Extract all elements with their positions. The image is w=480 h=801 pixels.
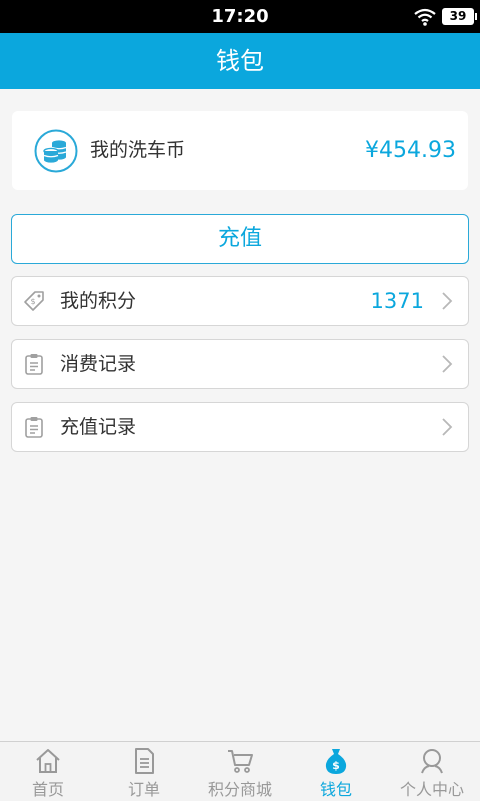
tab-bar: 首页 订单 积分商城 $ 钱包 个人中心 — [0, 741, 480, 801]
menu-label-consumption: 消费记录 — [60, 353, 137, 375]
svg-text:$: $ — [332, 759, 340, 772]
menu-label-recharge-records: 充值记录 — [60, 416, 137, 438]
money-bag-icon: $ — [325, 749, 347, 774]
wifi-icon — [414, 8, 436, 26]
status-time: 17:20 — [211, 6, 269, 27]
tab-label-orders: 订单 — [127, 780, 160, 799]
cart-icon — [228, 750, 253, 773]
points-value: 1371 — [370, 289, 424, 313]
chevron-right-icon — [442, 418, 453, 436]
tab-profile[interactable]: 个人中心 — [384, 742, 480, 801]
tab-label-profile: 个人中心 — [399, 780, 464, 799]
tab-home[interactable]: 首页 — [0, 742, 96, 801]
menu-label-points: 我的积分 — [60, 290, 137, 312]
battery-indicator: 39 — [442, 8, 477, 25]
tab-wallet[interactable]: $ 钱包 — [288, 742, 384, 801]
person-icon — [421, 749, 443, 774]
document-icon — [135, 748, 154, 774]
tab-label-points-mall: 积分商城 — [207, 780, 272, 799]
clipboard-icon — [25, 417, 43, 438]
page-title: 钱包 — [216, 47, 264, 75]
nav-bar: 钱包 — [0, 33, 480, 89]
tab-label-wallet: 钱包 — [319, 780, 352, 799]
balance-value: ¥454.93 — [365, 138, 456, 163]
balance-label: 我的洗车币 — [90, 139, 186, 161]
balance-card: 我的洗车币 ¥454.93 — [12, 111, 468, 190]
tag-icon: $ — [24, 291, 44, 311]
coins-icon — [34, 129, 78, 173]
tab-label-home: 首页 — [31, 780, 64, 799]
chevron-right-icon — [442, 355, 453, 373]
menu-item-points[interactable]: $ 我的积分 1371 — [11, 276, 469, 326]
menu-item-consumption-records[interactable]: 消费记录 — [11, 339, 469, 389]
clipboard-icon — [25, 354, 43, 375]
svg-text:$: $ — [30, 297, 35, 306]
tab-points-mall[interactable]: 积分商城 — [192, 742, 288, 801]
recharge-button[interactable]: 充值 — [11, 214, 469, 264]
home-icon — [36, 749, 60, 773]
chevron-right-icon — [442, 292, 453, 310]
menu-item-recharge-records[interactable]: 充值记录 — [11, 402, 469, 452]
status-bar: 17:20 39 — [0, 0, 480, 33]
tab-orders[interactable]: 订单 — [96, 742, 192, 801]
